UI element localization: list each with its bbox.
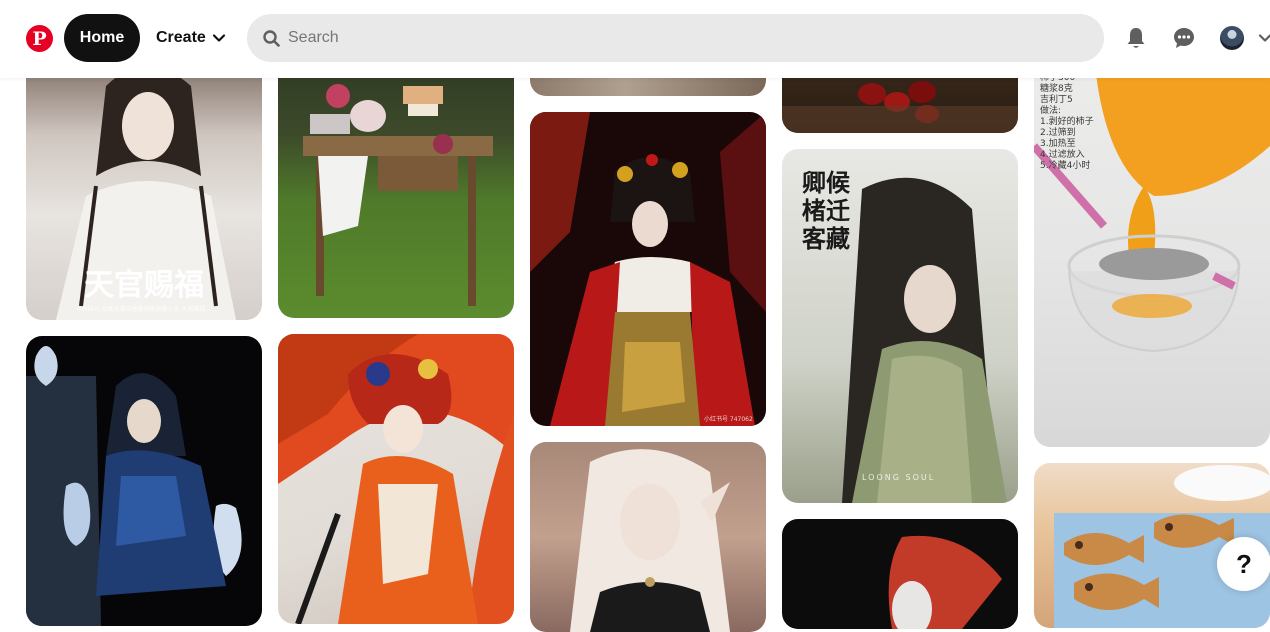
chevron-down-icon[interactable] [1258,31,1270,45]
search-bar[interactable] [247,14,1104,62]
avatar[interactable] [1220,26,1244,50]
recipe-text: 配方: 柿子300 糖浆8克 吉利丁5 做法: 1.剥好的柿子 2.过筛到 3.… [1040,62,1094,171]
messages-button[interactable] [1172,26,1196,50]
chevron-down-icon [212,34,225,42]
top-nav-bar: P Home Create [0,0,1270,78]
pin-garden-tea-table[interactable] [278,56,514,318]
pin-blue-porcelain-doll[interactable] [26,336,262,626]
pin-grid: 天官赐福 ©bilibili 动画改编自墨香铜臭原著小说 天官赐福 小红书号 7… [0,0,1270,632]
home-button[interactable]: Home [64,14,140,62]
pin-credit: ©bilibili 动画改编自墨香铜臭原著小说 天官赐福 [76,306,206,313]
pin-red-umbrella-dark[interactable] [782,519,1018,629]
pin-caption: 天官赐福 [84,268,204,303]
search-icon [263,29,280,47]
pin-orange-umbrella-cosplay[interactable] [278,334,514,624]
notifications-button[interactable] [1124,26,1148,50]
pinterest-logo-icon[interactable]: P [26,25,53,52]
search-input[interactable] [288,29,1068,47]
pin-white-robed-doll[interactable]: 天官赐福 ©bilibili 动画改编自墨香铜臭原著小说 天官赐福 [26,56,262,320]
pin-caption: 卿候 楮迁客藏 [802,168,850,253]
pin-loong-soul-doll[interactable]: 卿候 楮迁客藏 LOONG SOUL [782,149,1018,503]
help-button[interactable]: ? [1217,537,1270,591]
create-menu-button[interactable]: Create [150,14,232,62]
pin-persimmon-jelly-recipe[interactable]: 配方: 柿子300 糖浆8克 吉利丁5 做法: 1.剥好的柿子 2.过筛到 3.… [1034,56,1270,447]
bell-icon [1127,28,1145,48]
messages-icon [1174,28,1194,48]
pin-brand: LOONG SOUL [862,473,936,482]
create-label: Create [156,29,206,46]
pin-white-haired-doll[interactable] [530,442,766,632]
pin-red-kimono-doll[interactable]: 小红书号 747062 [530,112,766,426]
pin-watermark: 小红书号 747062 [704,416,753,423]
